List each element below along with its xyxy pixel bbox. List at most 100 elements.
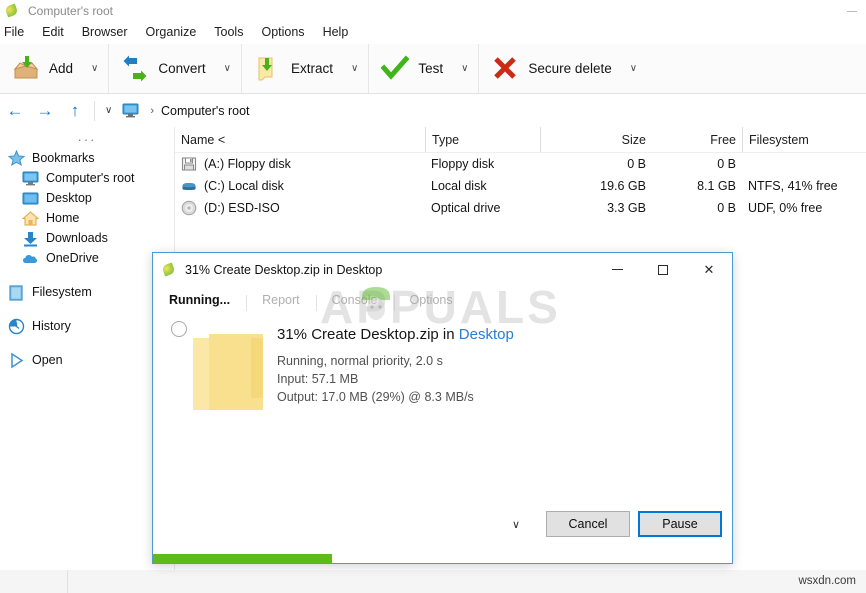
dialog-maximize-button[interactable] [640, 253, 686, 286]
cell-size: 3.3 GB [607, 201, 646, 215]
pause-button[interactable]: Pause [638, 511, 722, 537]
cloud-icon [22, 250, 39, 267]
sidebar-item-bookmarks[interactable]: Bookmarks [0, 148, 174, 168]
sidebar-item-onedrive[interactable]: OneDrive [0, 248, 174, 268]
toolbar-test-caret-icon[interactable]: ∨ [461, 63, 468, 74]
job-headline-prefix: 31% Create Desktop.zip in [277, 326, 459, 343]
toolbar-extract-label: Extract [290, 61, 333, 76]
sidebar-overflow-dots[interactable]: ··· [0, 127, 174, 148]
toolbar-convert-caret-icon[interactable]: ∨ [224, 63, 231, 74]
window-titlebar: Computer's root [0, 0, 866, 22]
sidebar-item-downloads[interactable]: Downloads [0, 228, 174, 248]
tab-options[interactable]: Options [393, 293, 469, 311]
nav-divider [94, 100, 95, 121]
menu-options[interactable]: Options [252, 23, 313, 41]
column-header-filesystem[interactable]: Filesystem [742, 127, 866, 152]
cell-free: 0 B [717, 157, 736, 171]
menu-tools[interactable]: Tools [205, 23, 252, 41]
column-headers: Name < Type Size Free Filesystem [175, 127, 866, 153]
toolbar-convert[interactable]: Convert [115, 49, 211, 89]
dialog-minimize-button[interactable] [594, 253, 640, 286]
column-header-type[interactable]: Type [425, 127, 540, 152]
nav-history-caret-icon[interactable]: ∨ [99, 105, 118, 116]
toolbar-group-test: Test ∨ [369, 44, 480, 93]
toolbar-secure-delete[interactable]: Secure delete [485, 49, 617, 89]
table-row[interactable]: (D:) ESD-ISO Optical drive 3.3 GB 0 B UD… [175, 197, 866, 219]
toolbar-add[interactable]: Add [6, 49, 79, 89]
dialog-footer: ∨ Cancel Pause [153, 506, 732, 542]
tab-running[interactable]: Running... [165, 293, 246, 307]
cell-filesystem: UDF, 0% free [748, 201, 823, 215]
peazip-icon [4, 3, 20, 19]
job-output: Output: 17.0 MB (29%) @ 8.3 MB/s [277, 390, 474, 404]
menu-edit[interactable]: Edit [33, 23, 73, 41]
toolbar-add-label: Add [49, 61, 74, 76]
floppy-disk-icon [181, 156, 197, 172]
checkmark-icon [380, 54, 410, 83]
sidebar-label: Filesystem [32, 284, 92, 299]
toolbar-add-caret-icon[interactable]: ∨ [91, 63, 98, 74]
job-headline: 31% Create Desktop.zip in Desktop [277, 326, 717, 343]
sidebar: ··· Bookmarks Computer's root Desktop Ho… [0, 127, 175, 570]
breadcrumb-path[interactable]: Computer's root [161, 104, 250, 118]
peazip-icon [161, 262, 177, 278]
menu-file[interactable]: File [0, 23, 33, 41]
dialog-tabs: Running... Report Console Options [153, 286, 732, 314]
main-toolbar: Add ∨ Convert ∨ Extract ∨ Test ∨ Secure … [0, 44, 866, 94]
sidebar-label: Computer's root [46, 170, 135, 185]
cell-filesystem [742, 153, 866, 175]
sidebar-item-computers-root[interactable]: Computer's root [0, 168, 174, 188]
progress-bar-fill [153, 554, 333, 563]
toolbar-secure-delete-label: Secure delete [528, 61, 612, 76]
job-input: Input: 57.1 MB [277, 372, 359, 386]
toolbar-group-add: Add ∨ [0, 44, 110, 93]
tab-report[interactable]: Report [246, 293, 316, 311]
minimize-button[interactable] [838, 0, 866, 22]
sidebar-label: Home [46, 210, 80, 225]
sidebar-item-home[interactable]: Home [0, 208, 174, 228]
breadcrumb-separator-icon: › [150, 104, 154, 117]
cell-filesystem: NTFS, 41% free [748, 179, 838, 193]
toolbar-extract[interactable]: Extract [248, 49, 339, 89]
home-icon [21, 210, 40, 227]
toolbar-test[interactable]: Test [375, 49, 449, 89]
tab-console[interactable]: Console [315, 293, 394, 311]
dialog-close-button[interactable]: ✕ [686, 253, 732, 286]
table-row[interactable]: (C:) Local disk Local disk 19.6 GB 8.1 G… [175, 175, 866, 197]
forward-arrow-icon[interactable]: → [30, 96, 60, 126]
job-destination-link[interactable]: Desktop [459, 326, 514, 343]
footer-expand-caret-icon[interactable]: ∨ [512, 518, 520, 531]
job-status: Running, normal priority, 2.0 s [277, 354, 443, 368]
menu-help[interactable]: Help [314, 23, 358, 41]
sidebar-item-history[interactable]: History [0, 316, 174, 336]
toolbar-group-secure-delete: Secure delete ∨ [479, 44, 647, 93]
sidebar-item-filesystem[interactable]: Filesystem [0, 282, 174, 302]
dialog-titlebar: 31% Create Desktop.zip in Desktop ✕ [153, 253, 732, 286]
menu-browser[interactable]: Browser [73, 23, 137, 41]
site-watermark: wsxdn.com [798, 575, 856, 587]
back-arrow-icon[interactable]: ← [0, 96, 30, 126]
menu-organize[interactable]: Organize [137, 23, 206, 41]
sidebar-item-desktop[interactable]: Desktop [0, 188, 174, 208]
toolbar-extract-caret-icon[interactable]: ∨ [351, 63, 358, 74]
column-header-size[interactable]: Size [540, 127, 652, 152]
column-header-name[interactable]: Name < [175, 127, 425, 152]
sidebar-label: Desktop [46, 190, 92, 205]
up-arrow-icon[interactable]: ↑ [60, 96, 90, 126]
add-box-icon [12, 55, 40, 83]
cell-size: 0 B [627, 157, 646, 171]
job-info: 31% Create Desktop.zip in Desktop Runnin… [277, 326, 717, 406]
cell-type: Optical drive [431, 201, 501, 215]
cell-free: 0 B [717, 201, 736, 215]
toolbar-secure-delete-caret-icon[interactable]: ∨ [630, 63, 637, 74]
table-row[interactable]: (A:) Floppy disk Floppy disk 0 B 0 B [175, 153, 866, 175]
menu-bar: File Edit Browser Organize Tools Options… [0, 22, 866, 42]
sidebar-item-open[interactable]: Open [0, 350, 174, 370]
navigation-bar: ← → ↑ ∨ › Computer's root [0, 94, 866, 128]
cancel-button[interactable]: Cancel [546, 511, 630, 537]
progress-bar-track [153, 554, 732, 563]
window-title: Computer's root [28, 4, 113, 18]
play-icon [8, 352, 25, 369]
download-icon [22, 230, 39, 247]
column-header-free[interactable]: Free [652, 127, 742, 152]
